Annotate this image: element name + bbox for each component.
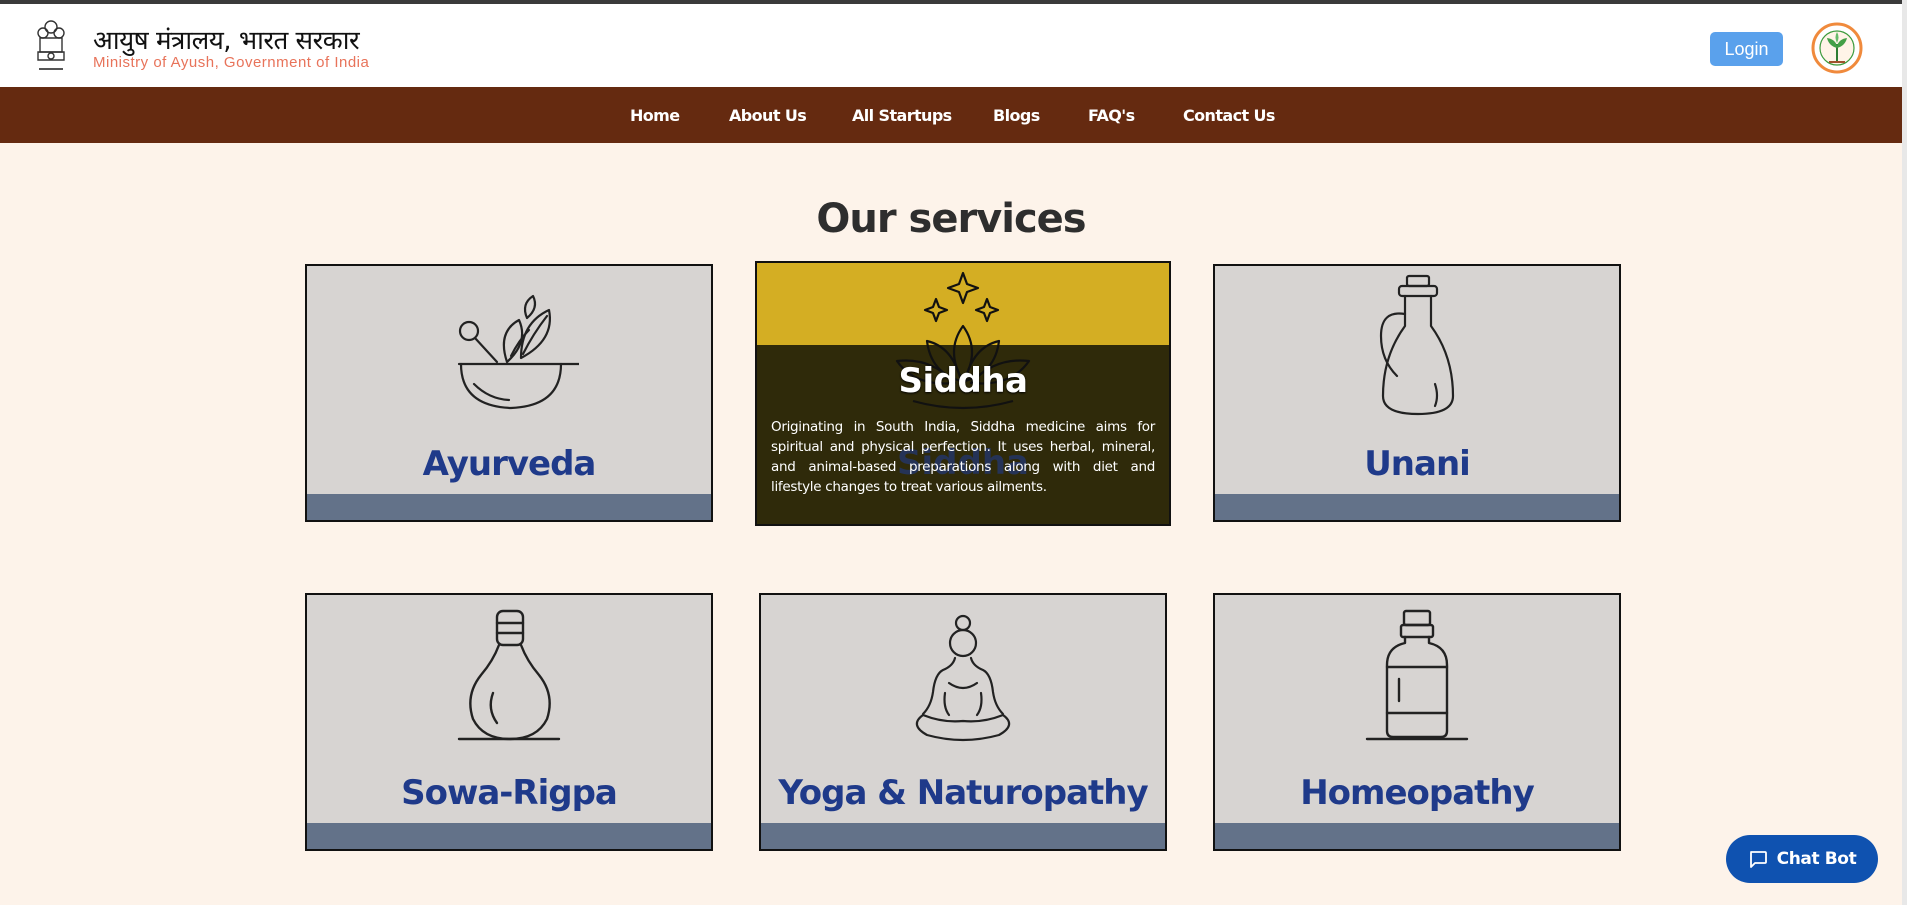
nav-item-blogs[interactable]: Blogs [993, 106, 1040, 125]
site-header: आयुष मंत्रालय, भारत सरकार Ministry of Ay… [0, 4, 1902, 87]
service-card-ayurveda[interactable]: Ayurveda [305, 264, 713, 522]
medicine-bottle-icon [1365, 609, 1469, 741]
nav-item-about-us[interactable]: About Us [729, 106, 807, 125]
card-footer-bar [1215, 494, 1619, 520]
national-emblem-icon[interactable] [34, 18, 68, 76]
card-footer-bar [307, 823, 711, 849]
card-footer-bar [307, 494, 711, 520]
service-card-sowa-rigpa[interactable]: Sowa-Rigpa [305, 593, 713, 851]
service-name: Yoga & Naturopathy [778, 773, 1148, 813]
nav-item-contact-us[interactable]: Contact Us [1183, 106, 1275, 125]
service-name: Ayurveda [422, 444, 597, 484]
herbal-compress-icon [457, 609, 561, 741]
service-description: Originating in South India, Siddha medic… [771, 419, 1155, 495]
ministry-title-hindi: आयुष मंत्रालय, भारत सरकार [93, 26, 360, 56]
service-name: Sowa-Rigpa [401, 773, 618, 813]
services-section-title: Our services [816, 196, 1086, 242]
service-name: Homeopathy [1300, 773, 1535, 813]
meditation-pose-icon [915, 614, 1011, 742]
chatbot-label: Chat Bot [1776, 849, 1857, 869]
card-footer-bar [761, 823, 1165, 849]
service-card-siddha[interactable]: Siddha Siddha Originating in South India… [755, 261, 1171, 526]
national-ayush-mission-logo-icon[interactable] [1811, 22, 1863, 74]
oil-flask-icon [1379, 274, 1455, 416]
nav-item-all-startups[interactable]: All Startups [852, 106, 952, 125]
mortar-pestle-leaves-icon [457, 294, 579, 410]
login-button[interactable]: Login [1710, 32, 1783, 66]
nav-item-faqs[interactable]: FAQ's [1088, 106, 1135, 125]
service-card-yoga-naturopathy[interactable]: Yoga & Naturopathy [759, 593, 1167, 851]
service-card-homeopathy[interactable]: Homeopathy [1213, 593, 1621, 851]
service-card-unani[interactable]: Unani [1213, 264, 1621, 522]
service-name: Siddha [898, 361, 1028, 401]
chatbot-button[interactable]: Chat Bot [1726, 835, 1878, 883]
chat-bubble-icon [1749, 851, 1767, 868]
page-scrollbar[interactable] [1902, 0, 1907, 905]
main-navigation: Home About Us All Startups Blogs FAQ's C… [0, 87, 1902, 143]
service-name: Unani [1364, 444, 1471, 484]
nav-item-home[interactable]: Home [630, 106, 680, 125]
card-footer-bar [1215, 823, 1619, 849]
ministry-title-english: Ministry of Ayush, Government of India [93, 54, 370, 71]
